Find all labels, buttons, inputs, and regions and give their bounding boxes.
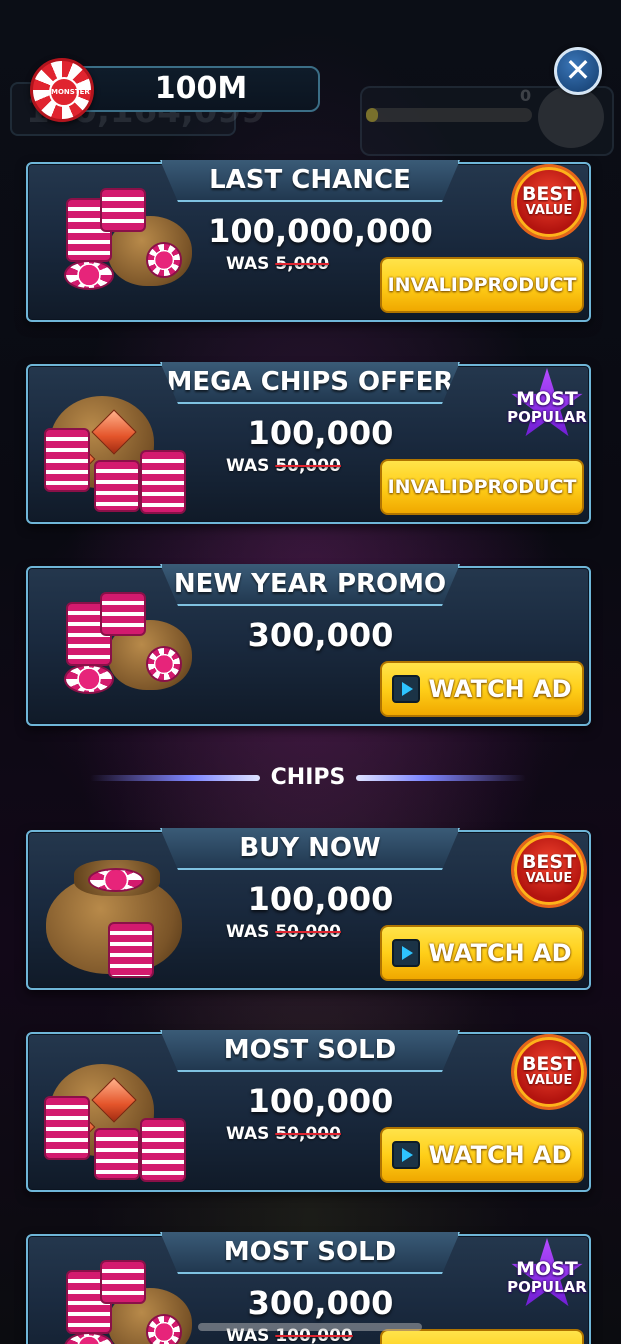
offer-card: MEGA CHIPS OFFER 100,000 WAS 50,000 INVALID… — [26, 362, 591, 524]
purchase-button[interactable] — [380, 1329, 584, 1344]
offer-title: MEGA CHIPS OFFER — [160, 362, 460, 404]
was-value: 50,000 — [275, 1124, 341, 1144]
section-divider: CHIPS — [90, 760, 526, 796]
offer-amount: 100,000 — [247, 1082, 394, 1120]
chip-icon — [146, 242, 182, 278]
watch-ad-button[interactable]: WATCH AD — [380, 925, 584, 981]
was-label: WAS — [226, 922, 270, 942]
badge-line-2: VALUE — [525, 203, 573, 218]
chip-logo-icon: MONSTER — [30, 58, 94, 122]
watch-ad-button[interactable]: WATCH AD — [380, 661, 584, 717]
divider-line-left — [90, 775, 260, 781]
treasure-bag-art — [44, 390, 194, 514]
offer-amount: 100,000,000 — [208, 212, 433, 250]
badge-line-2: VALUE — [525, 1073, 573, 1088]
chip-stack-icon — [100, 188, 146, 232]
background-xp-bar — [366, 108, 532, 122]
offer-title: NEW YEAR PROMO — [160, 564, 460, 606]
badge-line-1: BEST — [521, 183, 577, 205]
offer-original-price: WAS 50,000 — [226, 922, 341, 942]
background-avatar — [538, 86, 604, 148]
offer-card: MOST SOLD 100,000 WAS 50,000 WATCH AD BEST VA… — [26, 1030, 591, 1192]
chip-stack-icon — [94, 1128, 140, 1180]
badge-line-2: VALUE — [525, 871, 573, 886]
offer-original-price: WAS 50,000 — [226, 1124, 341, 1144]
watch-ad-label: WATCH AD — [428, 939, 572, 967]
offer-amount: 100,000 — [247, 880, 394, 918]
chip-stack-icon — [100, 1260, 146, 1304]
badge-line-1: BEST — [521, 1053, 577, 1075]
was-label: WAS — [226, 456, 270, 476]
offer-original-price: WAS 50,000 — [226, 456, 341, 476]
was-label: WAS — [226, 1124, 270, 1144]
watch-ad-label: WATCH AD — [428, 675, 572, 703]
best-value-badge: BEST VALUE — [514, 1037, 584, 1107]
was-value: 5,000 — [275, 254, 330, 274]
chip-icon — [64, 260, 114, 290]
chip-icon — [64, 664, 114, 694]
chip-stack-icon — [44, 428, 90, 492]
badge-line-1: MOST — [516, 388, 578, 410]
treasure-bag-art — [44, 1058, 194, 1182]
chips-bag-art — [44, 188, 194, 312]
chip-stack-icon — [100, 592, 146, 636]
offer-amount: 300,000 — [247, 1284, 394, 1322]
chip-stack-icon — [44, 1096, 90, 1160]
was-value: 50,000 — [275, 922, 341, 942]
home-indicator — [198, 1323, 422, 1331]
video-play-icon — [392, 675, 421, 703]
chip-icon — [88, 868, 144, 892]
divider-line-right — [356, 775, 526, 781]
best-value-badge: BEST VALUE — [514, 167, 584, 237]
offer-title: MOST SOLD — [160, 1030, 460, 1072]
badge-line-1: BEST — [521, 851, 577, 873]
purchase-button[interactable]: INVALIDPRODUCT — [380, 459, 584, 515]
watch-ad-button[interactable]: WATCH AD — [380, 1127, 584, 1183]
background-level: 0 — [520, 86, 532, 105]
most-popular-badge: MOST POPULAR — [504, 368, 590, 444]
chip-icon — [146, 1314, 182, 1344]
most-popular-badge: MOST POPULAR — [504, 1238, 590, 1314]
badge-line-1: MOST — [516, 1258, 578, 1280]
best-value-badge: BEST VALUE — [514, 835, 584, 905]
offer-card: NEW YEAR PROMO 300,000 WATCH AD — [26, 564, 591, 726]
was-label: WAS — [226, 254, 270, 274]
close-button[interactable]: ✕ — [554, 47, 602, 95]
offer-card: LAST CHANCE 100,000,000 WAS 5,000 INVALIDPR… — [26, 160, 591, 322]
chip-logo-text: MONSTER — [49, 77, 90, 107]
section-label: CHIPS — [270, 765, 346, 790]
chip-stack-icon — [94, 460, 140, 512]
chips-bag-art — [44, 856, 194, 980]
chip-stack-icon — [108, 922, 154, 978]
badge-line-2: POPULAR — [507, 1278, 587, 1296]
offer-amount: 100,000 — [247, 414, 394, 452]
watch-ad-label: WATCH AD — [428, 1141, 572, 1169]
purchase-button[interactable]: INVALIDPRODUCT — [380, 257, 584, 313]
chips-bag-art — [44, 1260, 194, 1344]
offer-original-price: WAS 5,000 — [226, 254, 329, 274]
offer-title: MOST SOLD — [160, 1232, 460, 1274]
offer-amount: 300,000 — [247, 616, 394, 654]
offer-title: LAST CHANCE — [160, 160, 460, 202]
badge-line-2: POPULAR — [507, 408, 587, 426]
was-value: 50,000 — [275, 456, 341, 476]
chip-balance: 100M — [70, 66, 320, 112]
offer-card: BUY NOW 100,000 WAS 50,000 WATCH AD BEST VALU… — [26, 828, 591, 990]
chip-icon — [146, 646, 182, 682]
shop-screen: 100,164,099 0 100M MONSTER ✕ LAST CHANCE… — [0, 0, 621, 1344]
chip-stack-icon — [140, 1118, 186, 1182]
video-play-icon — [392, 1141, 421, 1169]
video-play-icon — [392, 939, 421, 967]
chip-stack-icon — [140, 450, 186, 514]
chips-bag-art — [44, 592, 194, 716]
offer-title: BUY NOW — [160, 828, 460, 870]
